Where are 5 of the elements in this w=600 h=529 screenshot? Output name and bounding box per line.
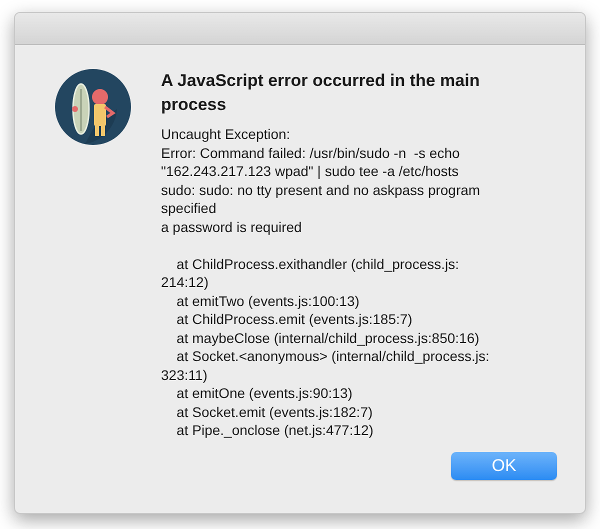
surfer-icon [55,69,131,145]
stack-trace: at ChildProcess.exithandler (child_process.js: 214:12) at emitTwo (events.js:100:13) at ChildProcess.emit (events.js:185:7) at maybeClose (internal/child_process.js:850:16) at Socket.<anonymous> (internal/child_process.js: 323:11) at emitOne (events.js:90:13) at Socket.emit (events.js:182:7) at Pipe._onclose (net.js:477:12) [161,254,490,440]
error-message: Uncaught Exception: Error: Command failed: /usr/bin/sudo -n -s echo "162.243.217.123 wpad" | sudo tee -a /etc/hosts sudo: sudo: no tty present and no askpass program specified a password is required [161,125,482,236]
ok-button[interactable]: OK [451,452,557,480]
dialog-title: A JavaScript error occurred in the main process [161,70,481,116]
